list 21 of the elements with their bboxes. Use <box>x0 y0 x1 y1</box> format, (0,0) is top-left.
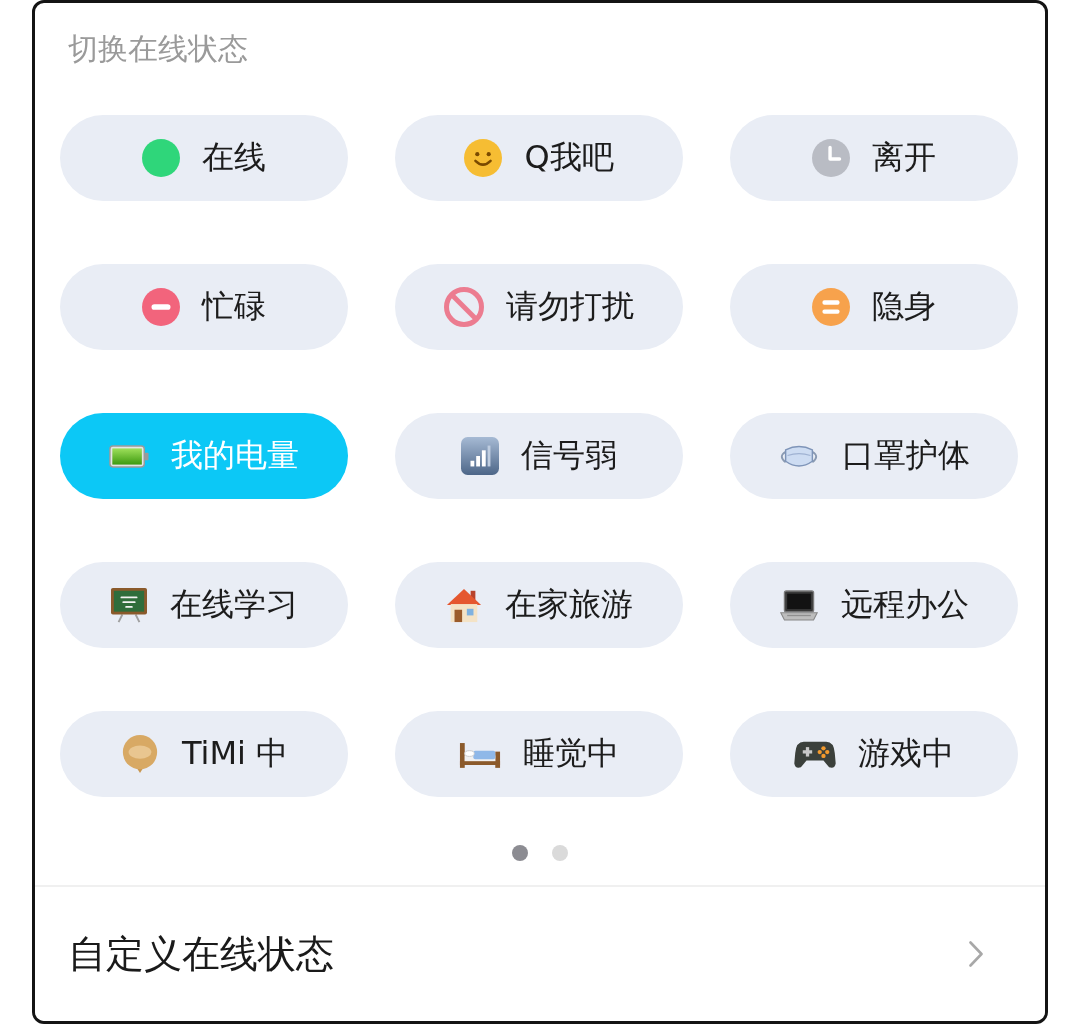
status-button[interactable]: 远程办公 <box>730 562 1018 648</box>
panel-title: 切换在线状态 <box>68 31 248 67</box>
house-icon <box>445 587 483 623</box>
chevron-right-icon <box>969 941 983 967</box>
battery-icon <box>109 444 149 468</box>
status-button[interactable]: 口罩护体 <box>730 413 1018 499</box>
status-button[interactable]: 在家旅游 <box>395 562 683 648</box>
signal-bars-icon <box>461 437 499 475</box>
status-button[interactable]: 在线 <box>60 115 348 201</box>
status-button[interactable]: TiMi 中 <box>60 711 348 797</box>
status-button[interactable]: 睡觉中 <box>395 711 683 797</box>
status-button[interactable]: 游戏中 <box>730 711 1018 797</box>
status-button[interactable]: 在线学习 <box>60 562 348 648</box>
status-button[interactable]: Q我吧 <box>395 115 683 201</box>
status-button[interactable]: 隐身 <box>730 264 1018 350</box>
status-button[interactable]: 忙碌 <box>60 264 348 350</box>
laptop-icon <box>779 588 819 622</box>
status-button[interactable]: 离开 <box>730 115 1018 201</box>
status-button[interactable]: 信号弱 <box>395 413 683 499</box>
chalkboard-icon <box>110 587 148 623</box>
status-button[interactable]: 请勿打扰 <box>395 264 683 350</box>
